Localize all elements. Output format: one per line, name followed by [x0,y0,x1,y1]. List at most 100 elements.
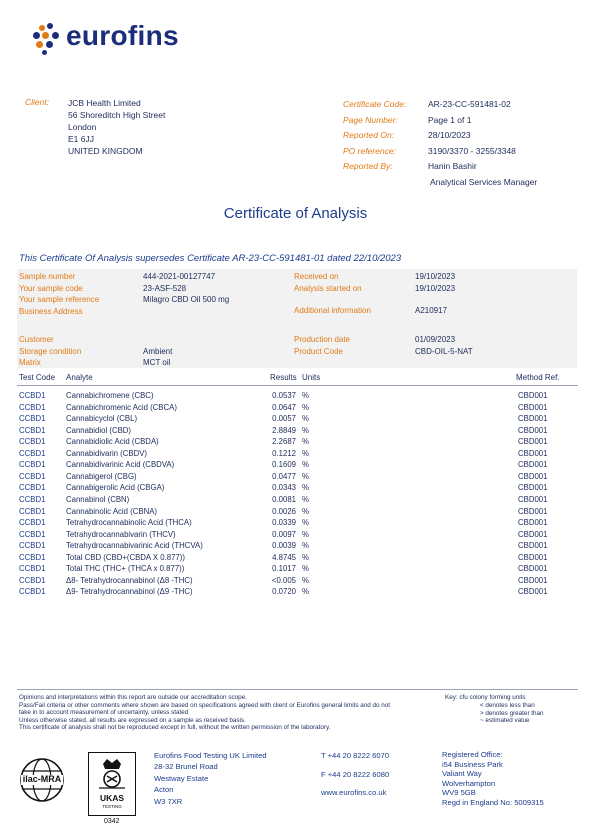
footer-key-item: ~ estimated value [480,717,530,724]
client-line: London [68,122,97,132]
additional-info: A210917 [415,306,448,315]
po-reference: 3190/3370 - 3255/3348 [428,145,516,156]
table-row: CCBD1 Cannabidiol (CBD) 2.8849% CBD001 [0,426,591,438]
unit-cell: % [302,414,309,424]
analyte-cell: Tetrahydrocannabivarinic Acid (THCVA) [66,541,203,551]
ilac-label: ilac-MRA [22,774,62,784]
test-code-cell: CCBD1 [19,529,46,539]
result-cell: 0.0057 [272,414,296,424]
page-title: Certificate of Analysis [223,205,368,222]
table-row: CCBD1 Total CBD (CBD+(CBDA X 0.877)) 4.874… [0,553,591,565]
registered-line: Regd in England No: 5009315 [442,797,544,807]
table-row: CCBD1 Cannabinolic Acid (CBNA) 0.0026% CBD0… [0,507,591,519]
test-code-cell: CCBD1 [19,448,46,458]
eurofins-logo: eurofins [30,20,200,56]
test-code-cell: CCBD1 [19,471,46,481]
unit-cell: % [302,460,309,470]
test-code-cell: CCBD1 [19,587,46,597]
method-cell: CBD001 [518,425,548,435]
footer-rule [17,689,578,690]
certificate-code: AR-23-CC-591481-02 [428,99,511,109]
unit-cell: % [302,425,309,435]
method-cell: CBD001 [518,529,548,539]
analyte-cell: Cannabinol (CBN) [66,494,130,504]
page-number: Page 1 of 1 [428,114,472,125]
table-row: CCBD1 Cannabidivarin (CBDV) 0.1212% CBD001 [0,449,591,461]
certificate-labels: Certificate Code: Page Number: Reported … [343,97,406,175]
contact-web[interactable]: www.eurofins.co.uk [321,787,386,798]
footer-note: Unless otherwise stated, all results are… [19,716,246,724]
result-cell: 0.0537 [272,391,296,400]
supersedes-note: This Certificate Of Analysis supersedes … [19,253,402,264]
certificate-code-label: Certificate Code: [343,99,407,109]
unit-cell: % [302,541,309,551]
analyte-cell: Cannabicyclol (CBL) [66,414,138,424]
analyte-cell: Cannabichromenic Acid (CBCA) [66,402,177,412]
company-line: 28-32 Brunel Road [154,762,218,772]
analyte-cell: Cannabigerolic Acid (CBGA) [66,483,165,493]
test-code-cell: CCBD1 [19,483,46,493]
table-row: CCBD1 Δ9- Tetrahydrocannabinol (Δ9 -THC) 0… [0,587,591,599]
method-cell: CBD001 [518,402,548,412]
method-cell: CBD001 [518,483,548,493]
analyte-cell: Total CBD (CBD+(CBDA X 0.877)) [66,552,185,562]
contact-fax: F +44 20 8222 6080 [321,770,390,779]
method-cell: CBD001 [518,414,548,424]
footer-key-item: > denotes greater than [480,709,544,717]
unit-cell: % [302,529,309,539]
result-cell: 0.1212 [272,448,296,458]
method-cell: CBD001 [518,448,548,458]
test-code-cell: CCBD1 [19,518,46,528]
storage-condition-label: Storage condition [19,346,82,356]
method-cell: CBD001 [518,552,548,562]
test-code-cell: CCBD1 [19,425,46,435]
header-test-code: Test Code [19,373,56,382]
header-analyte: Analyte [66,373,93,382]
registered-line: Wolverhampton [442,778,496,788]
sample-reference: Milagro CBD Oil 500 mg [143,295,230,304]
footer-notes: Opinions and interpretations within this… [19,694,390,732]
result-cell: 0.0720 [272,587,296,597]
production-date-label: Production date [294,335,351,344]
reported-on-label: Reported On: [343,130,395,140]
analysis-started-label: Analysis started on [294,283,362,293]
analyte-cell: Tetrahydrocannabinolic Acid (THCA) [66,518,192,528]
footer-key-title: Key: cfu colony forming units [445,694,526,701]
business-address-label: Business Address [19,306,83,316]
analyte-cell: Cannabidivarin (CBDV) [66,448,148,458]
client-line: UNITED KINGDOM [68,146,143,156]
result-cell: 0.1017 [272,564,296,574]
test-code-cell: CCBD1 [19,414,46,424]
unit-cell: % [302,471,309,481]
header-units: Units [302,373,321,382]
method-cell: CBD001 [518,460,548,470]
table-row: CCBD1 Cannabigerolic Acid (CBGA) 0.0343% CB… [0,483,591,495]
client-label: Client: [25,97,50,107]
footer-key-item: < denotes less than [480,702,535,709]
result-cell: 0.0081 [272,494,296,504]
method-cell: CBD001 [518,391,548,400]
company-line: Acton [154,785,174,795]
ukas-number: 0342 [104,818,120,825]
sample-number: 444-2021-00127747 [143,272,216,281]
reported-by-label: Reported By: [343,161,393,171]
client-line: JCB Health Limited [68,98,141,108]
unit-cell: % [302,448,309,458]
result-cell: 0.0477 [272,471,296,481]
result-cell: 4.8745 [272,552,296,562]
method-cell: CBD001 [518,587,548,597]
test-code-cell: CCBD1 [19,402,46,412]
received-on-label: Received on [294,272,339,281]
table-row: CCBD1 Δ8- Tetrahydrocannabinol (Δ8 -THC) <… [0,576,591,588]
table-row: CCBD1 Cannabinol (CBN) 0.0081% CBD001 [0,495,591,507]
method-cell: CBD001 [518,506,548,516]
method-cell: CBD001 [518,494,548,504]
sample-values-right: 19/10/2023 19/10/2023 [415,271,455,294]
test-code-cell: CCBD1 [19,391,46,400]
unit-cell: % [302,587,309,597]
company-line: W3 7XR [154,796,183,806]
ukas-logo: UKAS TESTING [88,752,136,816]
page-number-label: Page Number: [343,114,398,125]
analysis-started: 19/10/2023 [415,283,456,293]
reporter-role: Analytical Services Manager [430,177,538,187]
